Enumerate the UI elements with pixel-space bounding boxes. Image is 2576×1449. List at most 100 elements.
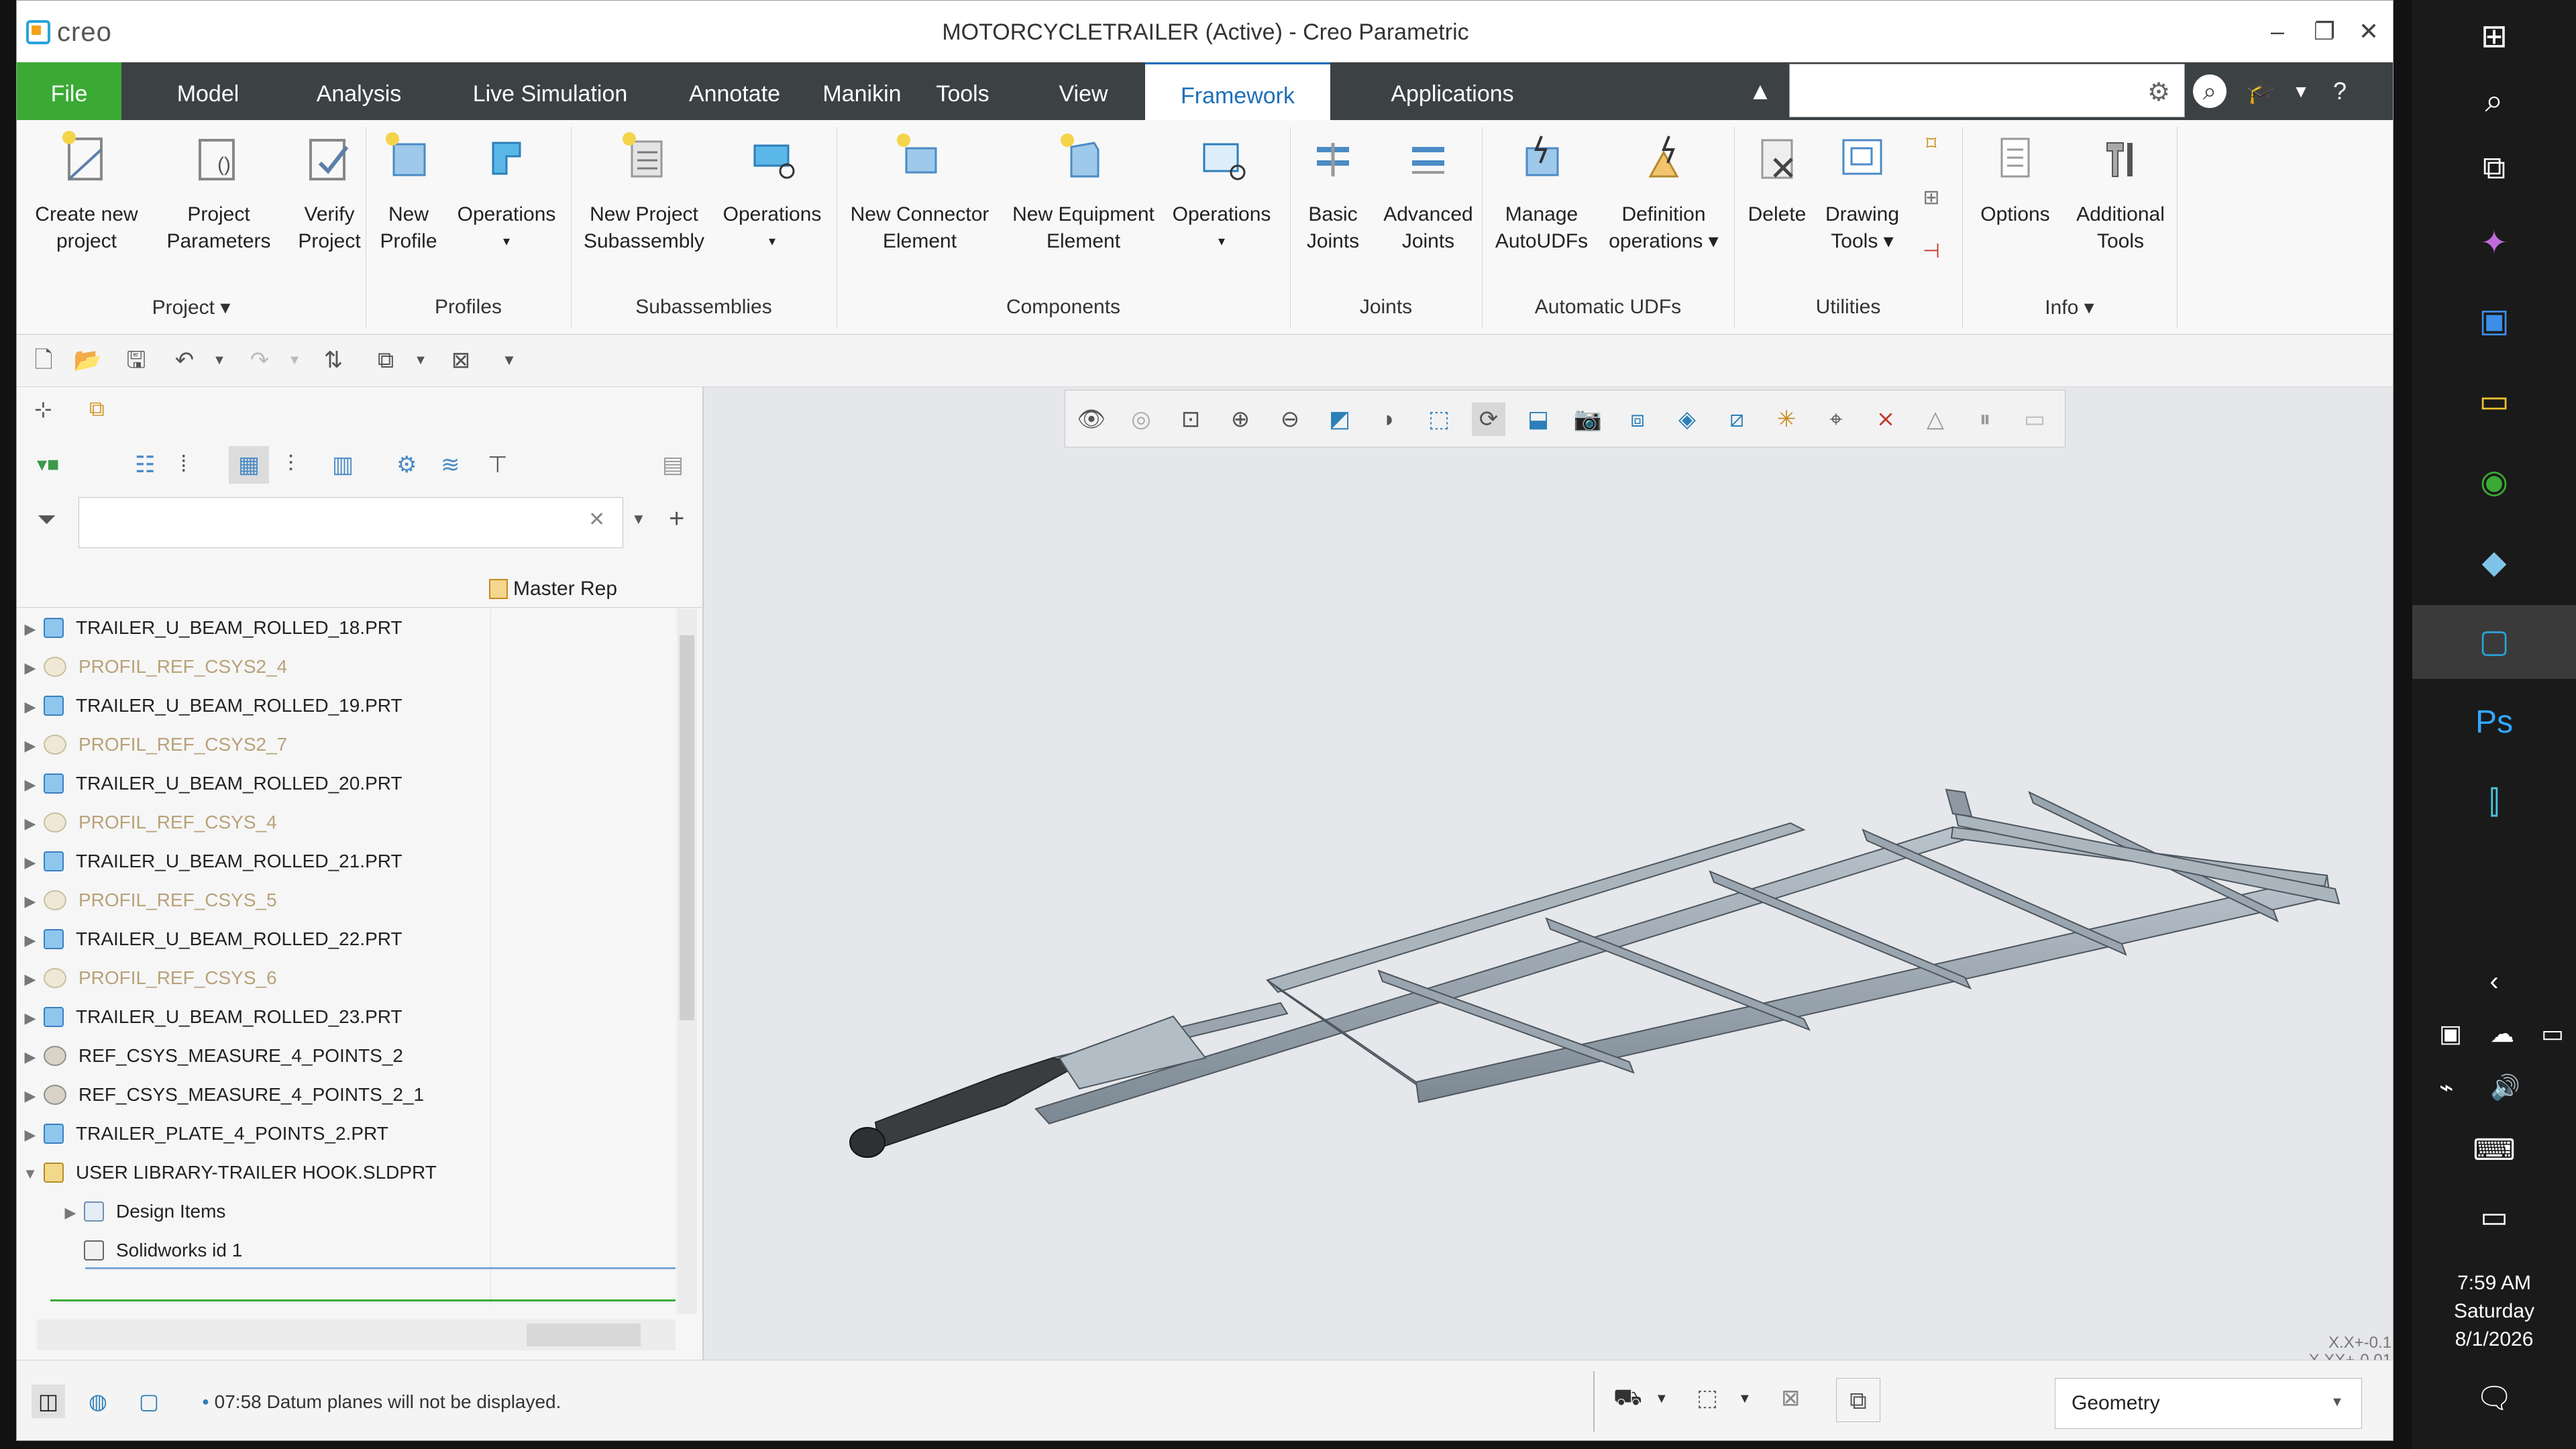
pause-icon[interactable]: ⏸ (1968, 402, 2002, 436)
tree-item[interactable]: ▶ TRAILER_U_BEAM_ROLLED_21.PRT (17, 842, 661, 881)
tree-item[interactable]: ▶ TRAILER_PLATE_4_POINTS_2.PRT (17, 1114, 661, 1153)
graphics-viewport[interactable]: X.X+-0.1X.XX+-0.01X.XXX+-0.001ANG.+-0.5 (704, 387, 2394, 1404)
open-file-icon[interactable]: 📂 (73, 345, 103, 375)
add-filter-icon[interactable]: + (669, 504, 684, 534)
collapse-ribbon-icon[interactable]: ▲ (1741, 72, 1780, 111)
refit-icon[interactable]: ⊡ (1174, 402, 1208, 436)
chrome-icon[interactable]: ◉ (2412, 445, 2576, 519)
minimize-button[interactable]: – (2257, 11, 2298, 52)
tree-vertical-scrollbar[interactable] (677, 608, 697, 1314)
tree-notes-icon[interactable]: ▤ (662, 451, 684, 478)
utility-small-icon-1[interactable]: ⌑ (1917, 132, 1946, 162)
selection-filter-dropdown[interactable]: Geometry ▼ (2055, 1378, 2362, 1429)
tree-item[interactable]: ▶ TRAILER_U_BEAM_ROLLED_23.PRT (17, 998, 661, 1036)
tree-item[interactable]: ▶ PROFIL_REF_CSYS2_7 (17, 725, 661, 764)
additional-tools-button[interactable]: Additional Tools (2067, 129, 2174, 255)
basic-joints-button[interactable]: Basic Joints (1293, 129, 1373, 255)
tab-applications[interactable]: Applications (1352, 62, 1553, 120)
store-icon[interactable]: ▣ (2412, 284, 2576, 358)
datum-points-icon[interactable]: ⌖ (1819, 402, 1853, 436)
tree-settings-icon[interactable]: ▦ (229, 446, 269, 484)
app-icon[interactable]: ◆ (2412, 526, 2576, 600)
tree-item[interactable]: ▶ TRAILER_U_BEAM_ROLLED_22.PRT (17, 920, 661, 959)
network-icon[interactable]: ⌁ (2439, 1073, 2454, 1102)
undo-icon[interactable]: ↶ (170, 345, 199, 375)
touchpad-icon[interactable]: ▭ (2412, 1181, 2576, 1254)
group-project[interactable]: Project ▾ (17, 296, 366, 319)
tree-item[interactable]: ▶ TRAILER_U_BEAM_ROLLED_18.PRT (17, 608, 661, 647)
command-search-input[interactable] (1789, 64, 2185, 117)
tab-live-simulation[interactable]: Live Simulation (453, 62, 647, 120)
manage-autoudfs-button[interactable]: Manage AutoUDFs (1485, 129, 1599, 255)
clear-search-icon[interactable]: ✕ (588, 508, 605, 531)
box-select-icon[interactable]: ⬚ (1697, 1385, 1718, 1411)
tab-file[interactable]: File (17, 62, 121, 120)
tree-expand-icon[interactable]: ☷ (135, 451, 155, 478)
verify-project-button[interactable]: Verify Project (282, 129, 376, 255)
redo-dropdown-icon[interactable]: ▼ (280, 345, 309, 375)
create-new-project-button[interactable]: Create new project (19, 129, 154, 255)
notifications-icon[interactable]: 🗨 (2412, 1362, 2576, 1436)
tree-item[interactable]: ▶ PROFIL_REF_CSYS2_4 (17, 647, 661, 686)
tree-columns-icon[interactable]: ⁞ (180, 451, 186, 478)
section-icon[interactable]: ⧈ (1621, 402, 1654, 436)
clock[interactable]: 7:59 AM Saturday 8/1/2026 (2412, 1269, 2576, 1354)
delete-button[interactable]: Delete (1737, 129, 1817, 228)
smart-filter-toggle-icon[interactable]: ⧉ (1836, 1378, 1880, 1422)
tree-item[interactable]: ▶ TRAILER_U_BEAM_ROLLED_19.PRT (17, 686, 661, 725)
onedrive-icon[interactable]: ☁ (2490, 1020, 2514, 1048)
datum-planes-icon[interactable]: ⧄ (1720, 402, 1754, 436)
tree-search-input[interactable] (78, 497, 623, 548)
new-equipment-element-button[interactable]: New Equipment Element (1003, 129, 1164, 255)
tree-item[interactable]: ▶ REF_CSYS_MEASURE_4_POINTS_2 (17, 1036, 661, 1075)
drawing-tools-button[interactable]: Drawing Tools ▾ (1819, 129, 1906, 255)
assembly-root-icon[interactable]: ▾■ (37, 453, 59, 476)
browser-toggle-icon[interactable]: ◍ (81, 1385, 115, 1418)
tree-item[interactable]: ▼ USER LIBRARY-TRAILER HOOK.SLDPRT (17, 1153, 661, 1192)
view-manager-icon[interactable]: ⟳ (1472, 402, 1505, 436)
profile-operations-button[interactable]: Operations ▾ (453, 129, 560, 255)
tree-item[interactable]: ▶ Design Items (17, 1192, 661, 1231)
display-style-icon[interactable]: ◗ (1373, 402, 1406, 436)
battery-icon[interactable]: ▭ (2541, 1020, 2564, 1048)
help-icon[interactable]: ? (2320, 72, 2359, 111)
tree-item[interactable]: ▶ PROFIL_REF_CSYS_6 (17, 959, 661, 998)
repaint-icon[interactable]: ◩ (1323, 402, 1356, 436)
tree-item[interactable]: Solidworks id 1 (17, 1231, 661, 1270)
tab-model[interactable]: Model (144, 62, 272, 120)
folder-browser-tab-icon[interactable]: ⧉ (89, 396, 119, 426)
hierarchy-icon[interactable]: ⊤ (488, 451, 508, 478)
tree-item[interactable]: ▶ TRAILER_U_BEAM_ROLLED_20.PRT (17, 764, 661, 803)
show-hidden-icons-chevron-icon[interactable]: ‹ (2412, 945, 2576, 1018)
learning-hat-icon[interactable]: 🎓 (2241, 72, 2280, 111)
tree-item[interactable]: ▶ PROFIL_REF_CSYS_4 (17, 803, 661, 842)
appearance-icon[interactable]: ◈ (1670, 402, 1704, 436)
subassembly-operations-button[interactable]: Operations ▾ (718, 129, 826, 255)
spin-center-icon[interactable]: ▭ (2018, 402, 2051, 436)
scrollbar-thumb[interactable] (680, 635, 694, 1020)
annotations-icon[interactable]: △ (1919, 402, 1952, 436)
copilot-icon[interactable]: ✦ (2412, 207, 2576, 280)
tree-item[interactable]: ▶ PROFIL_REF_CSYS_5 (17, 881, 661, 920)
redo-icon[interactable]: ↷ (245, 345, 274, 375)
saved-orientations-icon[interactable]: ⬚ (1422, 402, 1456, 436)
utility-small-icon-2[interactable]: ⊞ (1917, 186, 1946, 215)
file-explorer-icon[interactable]: ▭ (2412, 365, 2576, 439)
advanced-joints-button[interactable]: Advanced Joints (1375, 129, 1482, 255)
windows-icon[interactable]: ⧉ (371, 345, 400, 375)
find-icon[interactable]: ⛟ (1613, 1385, 1642, 1414)
trailer-frame-model[interactable] (704, 387, 2394, 1360)
keyboard-icon[interactable]: ⌨ (2412, 1114, 2576, 1187)
taskbar-search-icon[interactable]: ⌕ (2412, 64, 2576, 138)
zoom-in-icon[interactable]: ⊕ (1224, 402, 1257, 436)
perspective-icon[interactable]: ⬓ (1521, 402, 1555, 436)
project-parameters-button[interactable]: () Project Parameters (155, 129, 282, 255)
close-window-icon[interactable]: ⊠ (446, 345, 476, 375)
tab-view[interactable]: View (1036, 62, 1130, 120)
utility-small-icon-3[interactable]: ⊣ (1917, 239, 1946, 269)
csys-icon[interactable]: ⨯ (1869, 402, 1902, 436)
creo-taskbar-icon[interactable]: ▢ (2412, 605, 2576, 679)
save-icon[interactable]: 🖫 (121, 345, 151, 375)
photoshop-icon[interactable]: Ps (2412, 686, 2576, 759)
tab-analysis[interactable]: Analysis (292, 62, 426, 120)
